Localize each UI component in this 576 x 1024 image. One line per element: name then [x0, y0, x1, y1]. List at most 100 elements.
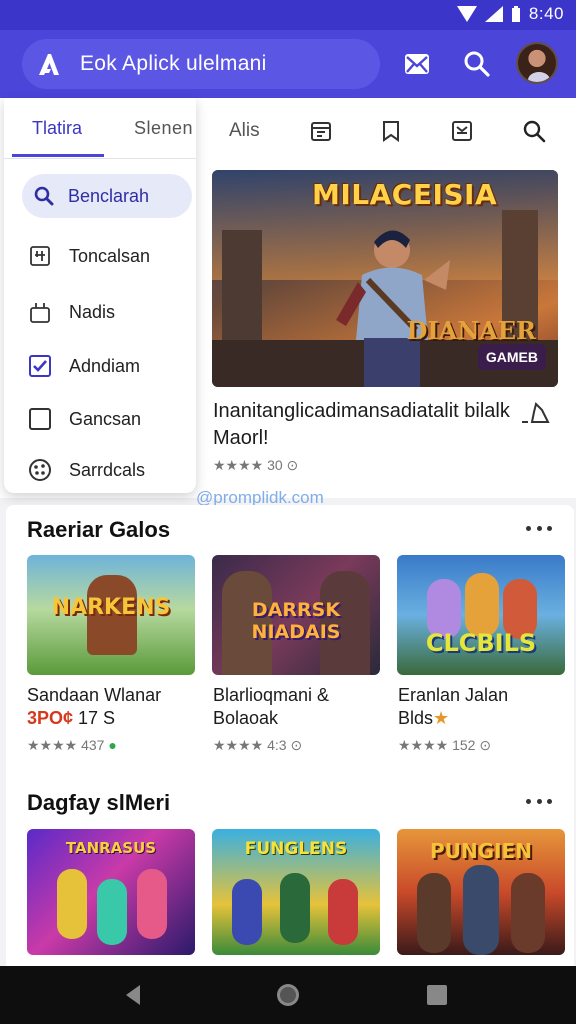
section-title-second: Dagfay slMeri: [27, 790, 171, 815]
game-rating: ★★★★ 4:3 ⊙: [213, 737, 302, 754]
game-art-figure: [137, 869, 167, 939]
menu-item-adndiam[interactable]: Adndiam: [28, 354, 140, 378]
game-rating-text: ★★★★ 4:3: [213, 737, 287, 753]
game-thumbnail[interactable]: NARKENS: [27, 555, 195, 675]
menu-item-nadis[interactable]: Nadis: [28, 300, 115, 324]
menu-item-label: Toncalsan: [69, 245, 151, 266]
checkbox-checked-icon: [28, 354, 52, 378]
battery-icon: [511, 6, 520, 22]
info-icon: ⊙: [290, 737, 303, 753]
game-rating-text: ★★★★ 437: [27, 737, 105, 753]
game-name-line: Bolaoak: [213, 708, 279, 728]
game-name[interactable]: Sandaan Wlanar 3PO¢ 17 S: [27, 684, 195, 730]
game-art-figure: [280, 873, 310, 943]
app-bar: Eok Aplick ulelmani: [0, 30, 576, 98]
game-name-line: Blds★: [398, 707, 566, 730]
home-icon[interactable]: [275, 982, 301, 1008]
game-name-line: Blarlioqmani &: [213, 685, 330, 705]
calendar-icon[interactable]: [306, 116, 336, 146]
more-options-icon[interactable]: [526, 797, 552, 805]
featured-description[interactable]: Inanitanglicadimansadiatalit bilalk Maor…: [213, 398, 513, 452]
menu-item-label: Sarrdcals: [69, 459, 146, 480]
game-name-line: Eranlan Jalan: [398, 684, 566, 707]
game-thumbnail[interactable]: TANRASUS: [27, 829, 195, 955]
menu-tab-indicator: [12, 154, 104, 157]
game-name-text: Eranlan Jalan: [398, 685, 509, 705]
game-art-figure: [328, 879, 358, 945]
game-rating: ★★★★ 437 ●: [27, 737, 117, 754]
tab-search-icon[interactable]: [519, 116, 549, 146]
game-art-figure: [463, 865, 499, 955]
menu-item-label: Nadis: [69, 301, 116, 322]
game-art-title: DARRSK NIADAIS: [251, 599, 341, 643]
game-art-title: TANRASUS: [65, 839, 157, 857]
palette-icon: [28, 458, 52, 482]
bookmark-icon[interactable]: [376, 116, 406, 146]
avatar[interactable]: [516, 42, 558, 84]
game-name-text: Blds: [398, 708, 434, 728]
banner-badge: GAMEB: [477, 344, 546, 370]
game-name-suffix: 17 S: [73, 708, 116, 728]
game-name[interactable]: Blarlioqmani & Bolaoak: [213, 684, 381, 730]
game-rating: ★★★★ 152 ⊙: [398, 737, 491, 754]
menu-search-icon: [34, 186, 54, 206]
section-title-recent: Raeriar Galos: [27, 517, 171, 542]
mail-icon[interactable]: [400, 47, 434, 81]
game-thumbnail[interactable]: DARRSK NIADAIS: [212, 555, 380, 675]
verified-icon: ●: [108, 737, 117, 753]
game-price: 3PO¢: [27, 708, 74, 728]
menu-divider: [4, 158, 196, 159]
game-name-line: 3PO¢ 17 S: [27, 707, 195, 730]
game-art-title: CLCBILS: [425, 629, 537, 657]
menu-tab-tlatira[interactable]: Tlatira: [32, 118, 82, 139]
game-art-figure: [57, 869, 87, 939]
menu-item-sarrdcals[interactable]: Sarrdcals: [28, 458, 145, 482]
apps-icon: [28, 300, 52, 324]
game-art-title: NARKENS: [51, 595, 171, 620]
featured-rating: ★★★★ 30 ⊙: [213, 457, 299, 473]
app-title: Eok Aplick ulelmani: [80, 52, 267, 75]
menu-tab-slenen[interactable]: Slenen: [134, 118, 193, 139]
more-options-icon[interactable]: [526, 524, 552, 532]
game-rating-text: ★★★★ 152: [398, 737, 476, 753]
share-icon[interactable]: [520, 400, 550, 426]
info-icon: ⊙: [479, 737, 492, 753]
status-time: 8:40: [528, 4, 564, 23]
game-art-figure: [97, 879, 127, 945]
featured-game-banner[interactable]: MILACEISIA DIANAER GAMEB: [212, 170, 558, 387]
grid-icon: [28, 244, 52, 268]
star-icon: ★: [433, 708, 450, 728]
menu-item-label: Adndiam: [69, 355, 141, 376]
banner-subtitle: DIANAER: [406, 316, 536, 345]
back-icon[interactable]: [120, 982, 146, 1008]
checkbox-empty-icon: [28, 407, 52, 431]
menu-item-toncalsan[interactable]: Toncalsan: [28, 244, 150, 268]
search-icon[interactable]: [460, 47, 494, 81]
app-search-bar[interactable]: Eok Aplick ulelmani: [22, 39, 380, 89]
signal-icon: [484, 6, 503, 22]
banner-title: MILACEISIA: [312, 178, 498, 211]
app-logo-icon: [39, 54, 59, 75]
game-thumbnail[interactable]: CLCBILS: [397, 555, 565, 675]
inbox-icon[interactable]: [447, 116, 477, 146]
wifi-icon: [456, 6, 477, 22]
status-icons: 8:40: [456, 4, 564, 24]
game-art-title: PUNGIEN: [430, 839, 532, 863]
banner-hero-art: [336, 230, 450, 387]
status-bar: 8:40: [0, 0, 576, 30]
game-art-figure: [511, 873, 545, 953]
game-art-figure: [465, 573, 499, 637]
game-art-figure: [417, 873, 451, 953]
menu-search-label: Benclarah: [68, 185, 150, 206]
menu-item-gancsan[interactable]: Gancsan: [28, 407, 141, 431]
tab-alis[interactable]: Alis: [229, 120, 260, 142]
recents-icon[interactable]: [424, 982, 450, 1008]
system-nav-bar: [0, 966, 576, 1024]
menu-item-label: Gancsan: [69, 408, 142, 429]
menu-search-item[interactable]: Benclarah: [22, 174, 192, 218]
game-name-line: Sandaan Wlanar: [27, 685, 162, 705]
game-thumbnail[interactable]: FUNGLENS: [212, 829, 380, 955]
game-thumbnail[interactable]: PUNGIEN: [397, 829, 565, 955]
game-name[interactable]: Eranlan Jalan Blds★: [398, 684, 566, 730]
game-art-title: FUNGLENS: [244, 839, 348, 859]
